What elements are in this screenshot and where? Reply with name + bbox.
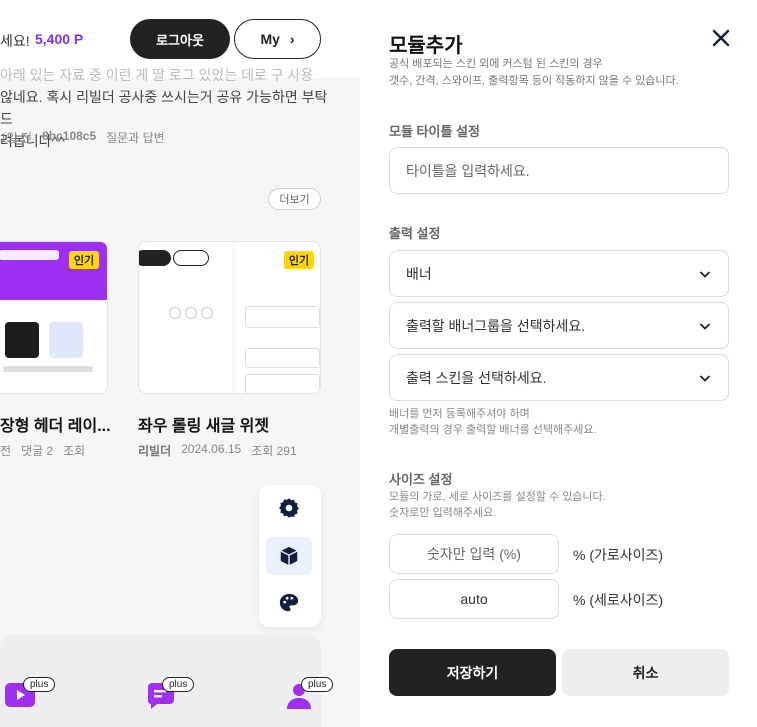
chevron-down-icon	[699, 322, 711, 330]
output-section-label: 출력 설정	[389, 226, 441, 241]
panel-title: 모듈추가	[389, 35, 463, 57]
thumbnail-controls	[169, 307, 215, 321]
card-meta: 리빌더 2024.06.15 조회 291	[138, 442, 297, 459]
width-unit-label: % (가로사이즈)	[573, 547, 664, 563]
thumbnail-pill	[173, 250, 209, 266]
settings-button[interactable]	[266, 489, 312, 527]
post-line-1: 아래 있는 자료 중 이런 게 딸 로그 있었는 데로 구 사용	[0, 67, 314, 83]
my-button[interactable]: My ›	[234, 19, 321, 59]
post-author-id: 8bc108c5	[42, 129, 97, 143]
card-meta: 전 댓글 2 조회	[0, 442, 85, 459]
card-title[interactable]: 장형 헤더 레이...	[0, 412, 111, 436]
card-views: 조회 291	[251, 444, 297, 458]
plus-badge: plus	[23, 677, 56, 692]
bottom-feature-bar: plus plus plus	[0, 635, 334, 727]
skin-value: 출력 스킨을 선택하세요.	[406, 369, 547, 386]
skin-select[interactable]: 출력 스킨을 선택하세요.	[389, 354, 729, 401]
post-line-2: 않네요. 혹시 리빌더 공사중 쓰시는거 공유 가능하면 부탁드	[0, 89, 328, 127]
thumbnail-pill	[139, 250, 171, 266]
height-input[interactable]	[390, 591, 558, 607]
chevron-down-icon	[699, 270, 711, 278]
size-hint-line-2: 숫자로만 입력해주세요.	[389, 507, 497, 519]
thumbnail-divider	[233, 242, 234, 393]
post-meta: 1일 전 8bc108c5 질문과 답변	[0, 129, 165, 146]
panel-description: 공식 배포되는 스킨 외에 커스텀 된 스킨의 경우 갯수, 간격, 스와이프,…	[389, 56, 679, 90]
card-title[interactable]: 좌우 롤링 새글 위젯	[138, 412, 269, 436]
height-field[interactable]	[389, 579, 559, 619]
palette-icon	[279, 593, 299, 612]
description-line-2: 갯수, 간격, 스와이프, 출력항목 등이 작동하지 않을 수 있습니다.	[389, 75, 679, 87]
thumbnail-field	[245, 306, 320, 328]
output-type-select[interactable]: 배너	[389, 250, 729, 297]
banner-group-value: 출력할 배너그룹을 선택하세요.	[406, 317, 586, 334]
logout-button[interactable]: 로그아웃	[130, 19, 230, 59]
plus-badge: plus	[162, 677, 195, 692]
plus-badge: plus	[301, 677, 334, 692]
card-date: 전	[0, 444, 12, 458]
card-date: 2024.06.15	[181, 442, 242, 456]
card-thumbnail[interactable]: 인기	[0, 241, 108, 394]
thumbnail-field	[245, 374, 320, 393]
title-section-label: 모듈 타이틀 설정	[389, 124, 480, 139]
card-thumbnail[interactable]: 인기	[138, 241, 321, 394]
close-icon	[712, 29, 730, 47]
hot-badge: 인기	[69, 251, 99, 269]
post-category: 질문과 답변	[106, 131, 165, 145]
output-type-value: 배너	[406, 265, 432, 282]
background-page: 세요! 5,400 P 로그아웃 My › 아래 있는 자료 중 이런 게 딸 …	[0, 0, 360, 727]
width-input[interactable]	[390, 546, 558, 562]
chevron-right-icon: ›	[289, 31, 295, 47]
description-line-1: 공식 배포되는 스킨 외에 커스텀 된 스킨의 경우	[389, 58, 603, 70]
height-unit-label: % (세로사이즈)	[573, 592, 664, 608]
card-views: 조회	[63, 444, 86, 458]
banner-group-select[interactable]: 출력할 배너그룹을 선택하세요.	[389, 302, 729, 349]
title-input[interactable]	[406, 162, 712, 179]
size-hint: 모듈의 가로, 세로 사이즈를 설정할 수 있습니다. 숫자로만 입력해주세요.	[389, 489, 606, 521]
output-hint-line-2: 개별출력의 경우 출력할 배너를 선택해주세요.	[389, 424, 597, 436]
output-hint-line-1: 배너를 먼저 등록해주셔야 하며	[389, 408, 530, 420]
module-add-panel: 모듈추가 공식 배포되는 스킨 외에 커스텀 된 스킨의 경우 갯수, 간격, …	[360, 0, 757, 727]
theme-button[interactable]	[266, 584, 312, 622]
save-button[interactable]: 저장하기	[389, 649, 556, 696]
my-button-label: My	[260, 31, 280, 47]
cancel-button[interactable]: 취소	[562, 649, 729, 696]
points-value: 5,400 P	[35, 31, 84, 47]
size-section-label: 사이즈 설정	[389, 472, 453, 487]
thumbnail-block	[5, 322, 39, 358]
greeting-text: 세요!	[0, 33, 30, 49]
title-field[interactable]	[389, 147, 729, 194]
thumbnail-field	[245, 348, 320, 368]
post-time: 1일 전	[0, 131, 33, 145]
hot-badge: 인기	[284, 251, 314, 269]
card-comments: 댓글 2	[21, 444, 54, 458]
card-author: 리빌더	[138, 444, 172, 458]
module-button[interactable]	[266, 537, 312, 575]
floating-toolbar	[259, 485, 321, 627]
width-field[interactable]	[389, 534, 559, 574]
chevron-down-icon	[699, 374, 711, 382]
size-hint-line-1: 모듈의 가로, 세로 사이즈를 설정할 수 있습니다.	[389, 491, 606, 503]
close-button[interactable]	[709, 26, 733, 50]
cube-icon	[280, 546, 298, 566]
more-button[interactable]: 더보기	[268, 188, 321, 210]
thumbnail-line	[3, 366, 93, 372]
output-hint: 배너를 먼저 등록해주셔야 하며 개별출력의 경우 출력할 배너를 선택해주세요…	[389, 406, 597, 438]
thumbnail-block	[49, 322, 83, 358]
gear-icon	[279, 498, 299, 518]
